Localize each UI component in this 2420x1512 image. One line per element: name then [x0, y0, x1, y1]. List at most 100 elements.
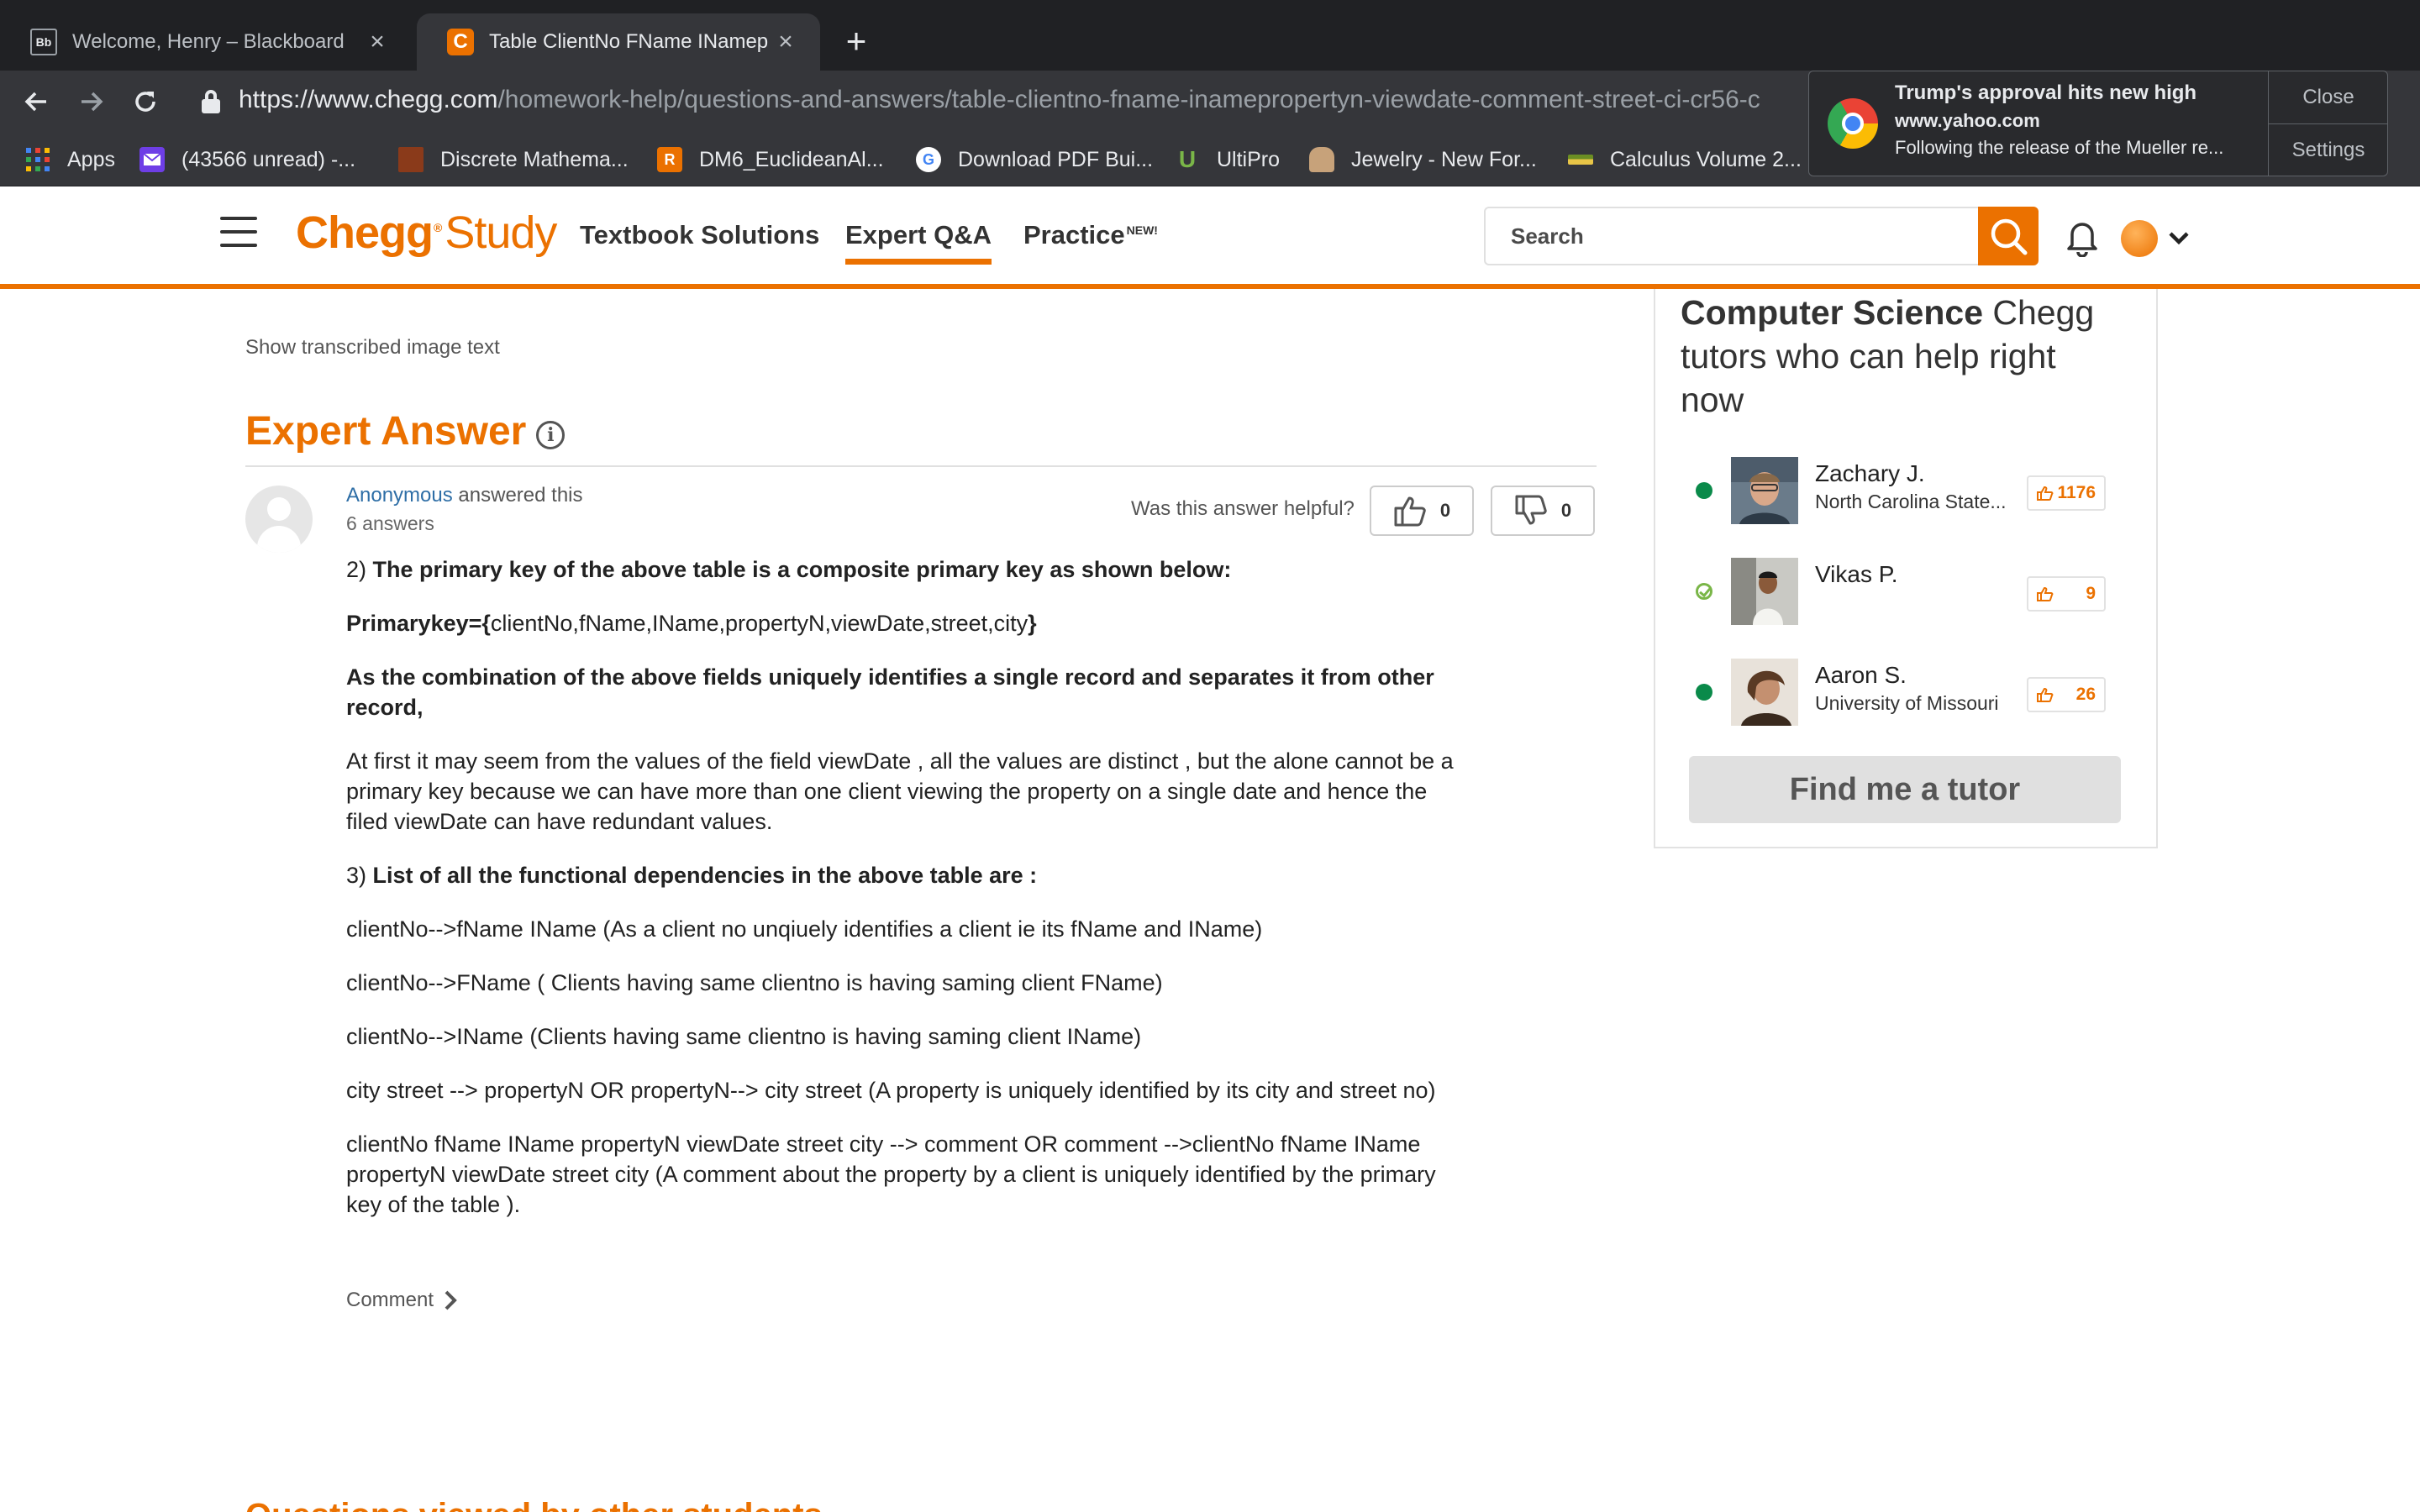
reload-button[interactable]: [123, 79, 168, 124]
answer-bold-text: As the combination of the above fields u…: [346, 664, 1434, 720]
bookmark-label: Download PDF Bui...: [958, 147, 1154, 171]
comment-link[interactable]: Comment: [346, 1289, 459, 1312]
nav-practice-label: Practice: [1023, 220, 1125, 249]
thumbs-up-icon: [1394, 496, 1426, 527]
divider: [245, 465, 1597, 467]
tutor-name: Zachary J.: [1815, 460, 1925, 486]
answer-paragraph: As the combination of the above fields u…: [346, 662, 1464, 722]
answer-text: clientNo,fName,IName,propertyN,viewDate,…: [490, 611, 1028, 636]
forward-button[interactable]: [69, 79, 114, 124]
new-badge: NEW!: [1126, 223, 1158, 237]
bookmark-label: Jewelry - New For...: [1351, 147, 1537, 171]
google-icon: G: [916, 147, 941, 172]
tab-title: Welcome, Henry – Blackboard: [72, 30, 345, 53]
bookmark-apps[interactable]: Apps: [25, 143, 115, 176]
functional-dependency: clientNo-->fName IName (As a client no u…: [346, 916, 1263, 942]
tutor-likes-count: 9: [2086, 584, 2096, 603]
nav-textbook-solutions[interactable]: Textbook Solutions: [580, 220, 819, 250]
thumbs-down-button[interactable]: 0: [1491, 486, 1595, 536]
answerer-line: Anonymous answered this: [346, 484, 583, 507]
tutor-photo: [1731, 659, 1798, 726]
chevron-down-icon[interactable]: [2166, 225, 2191, 250]
tutor-likes-count: 1176: [2057, 483, 2096, 502]
browser-tab-bar: Bb Welcome, Henry – Blackboard × C Table…: [0, 0, 2420, 71]
tab-chegg[interactable]: C Table ClientNo FName INamep ×: [417, 13, 820, 71]
nav-practice[interactable]: Practice NEW!: [1023, 220, 1158, 250]
bookmark-label: (43566 unread) -...: [182, 147, 356, 171]
tutor-card[interactable]: Vikas P. 9: [1655, 554, 2156, 625]
notification-bell-icon[interactable]: [2065, 217, 2099, 258]
tutor-name: Vikas P.: [1815, 561, 1898, 587]
search-button[interactable]: [1978, 207, 2039, 265]
reload-icon: [135, 92, 155, 112]
thumbs-up-icon: [2037, 486, 2054, 501]
thumbs-up-icon: [2037, 687, 2054, 702]
tab-blackboard[interactable]: Bb Welcome, Henry – Blackboard ×: [0, 13, 412, 71]
bookmark-label: UltiPro: [1217, 147, 1281, 171]
answer-bold-text: List of all the functional dependencies …: [372, 863, 1038, 888]
lock-icon[interactable]: [202, 90, 220, 113]
thumbs-up-button[interactable]: 0: [1370, 486, 1474, 536]
search-input[interactable]: [1484, 207, 1980, 265]
thumbs-up-icon: [2037, 586, 2054, 601]
tutor-card[interactable]: Zachary J. North Carolina State... 1176: [1655, 454, 2156, 524]
tutor-school: North Carolina State...: [1815, 491, 2007, 512]
bookmark-label: DM6_EuclideanAl...: [699, 147, 884, 171]
thumbs-down-count: 0: [1560, 500, 1572, 521]
notification-settings-button[interactable]: Settings: [2269, 124, 2388, 176]
functional-dependency: city street --> propertyN OR propertyN--…: [346, 1078, 1436, 1103]
chegg-study-logo[interactable]: Chegg®Study: [296, 207, 557, 259]
url-host: https://www.chegg.com: [239, 86, 498, 113]
user-avatar[interactable]: [2121, 220, 2158, 257]
answers-count: 6 answers: [346, 512, 434, 534]
tutor-school: University of Missouri: [1815, 692, 1999, 714]
answer-paragraph: Primarykey={clientNo,fName,IName,propert…: [346, 608, 1464, 638]
tutor-card[interactable]: Aaron S. University of Missouri 26: [1655, 655, 2156, 726]
sidebar-heading-bold: Computer Science: [1681, 293, 1983, 332]
answer-bold-text: Primarykey={: [346, 611, 491, 636]
comment-label: Comment: [346, 1289, 434, 1311]
search-icon: [1991, 218, 2028, 255]
tutor-likes-badge: 26: [2027, 677, 2106, 712]
bookmark-jewelry[interactable]: Jewelry - New For...: [1309, 143, 1537, 176]
tutor-name: Aaron S.: [1815, 662, 1907, 688]
nav-expert-qa[interactable]: Expert Q&A: [845, 220, 992, 265]
chrome-notification[interactable]: Trump's approval hits new high www.yahoo…: [1808, 71, 2388, 176]
bookmark-download-pdf[interactable]: G Download PDF Bui...: [916, 143, 1153, 176]
answer-body: 2) The primary key of the above table is…: [346, 554, 1464, 1243]
show-transcribed-link[interactable]: Show transcribed image text: [245, 336, 500, 360]
bookmark-ultipro[interactable]: U UltiPro: [1175, 143, 1280, 176]
find-tutor-button[interactable]: Find me a tutor: [1689, 756, 2121, 823]
notification-title: Trump's approval hits new high: [1895, 81, 2197, 104]
bookmark-label: Discrete Mathema...: [440, 147, 629, 171]
logo-sub: Study: [445, 207, 557, 258]
arrow-left-icon: [24, 92, 46, 112]
bookmark-label: Apps: [67, 147, 115, 171]
menu-icon[interactable]: [220, 217, 257, 249]
chrome-icon: [1828, 98, 1878, 149]
yahoo-mail-icon: [139, 147, 165, 172]
bookmark-yahoo-mail[interactable]: (43566 unread) -...: [139, 143, 355, 176]
blackboard-icon: Bb: [30, 29, 57, 55]
chevron-right-icon: [445, 1290, 457, 1310]
bookmark-calculus[interactable]: Calculus Volume 2...: [1568, 143, 1802, 176]
bookmark-discrete-math[interactable]: Discrete Mathema...: [398, 143, 629, 176]
related-questions-heading: Questions viewed by other students: [245, 1497, 823, 1512]
bookmark-dm6[interactable]: R DM6_EuclideanAl...: [657, 143, 884, 176]
logo-reg: ®: [434, 221, 442, 234]
ultipro-icon: U: [1178, 146, 1197, 172]
notification-close-button[interactable]: Close: [2269, 71, 2388, 123]
new-tab-button[interactable]: +: [837, 22, 876, 60]
close-tab-icon[interactable]: ×: [771, 28, 800, 56]
answerer-name-link[interactable]: Anonymous: [346, 484, 453, 507]
thumbs-up-count: 0: [1439, 500, 1451, 521]
answer-bold-text: }: [1028, 611, 1037, 636]
tutor-likes-count: 26: [2075, 685, 2096, 704]
info-icon[interactable]: i: [536, 420, 566, 449]
logo-main: Chegg: [296, 207, 434, 258]
close-tab-icon[interactable]: ×: [363, 28, 392, 56]
url-path: /homework-help/questions-and-answers/tab…: [497, 86, 1760, 113]
answer-bold-text: The primary key of the above table is a …: [372, 557, 1232, 582]
back-button[interactable]: [13, 79, 59, 124]
address-bar[interactable]: https://www.chegg.com/homework-help/ques…: [239, 86, 1815, 114]
